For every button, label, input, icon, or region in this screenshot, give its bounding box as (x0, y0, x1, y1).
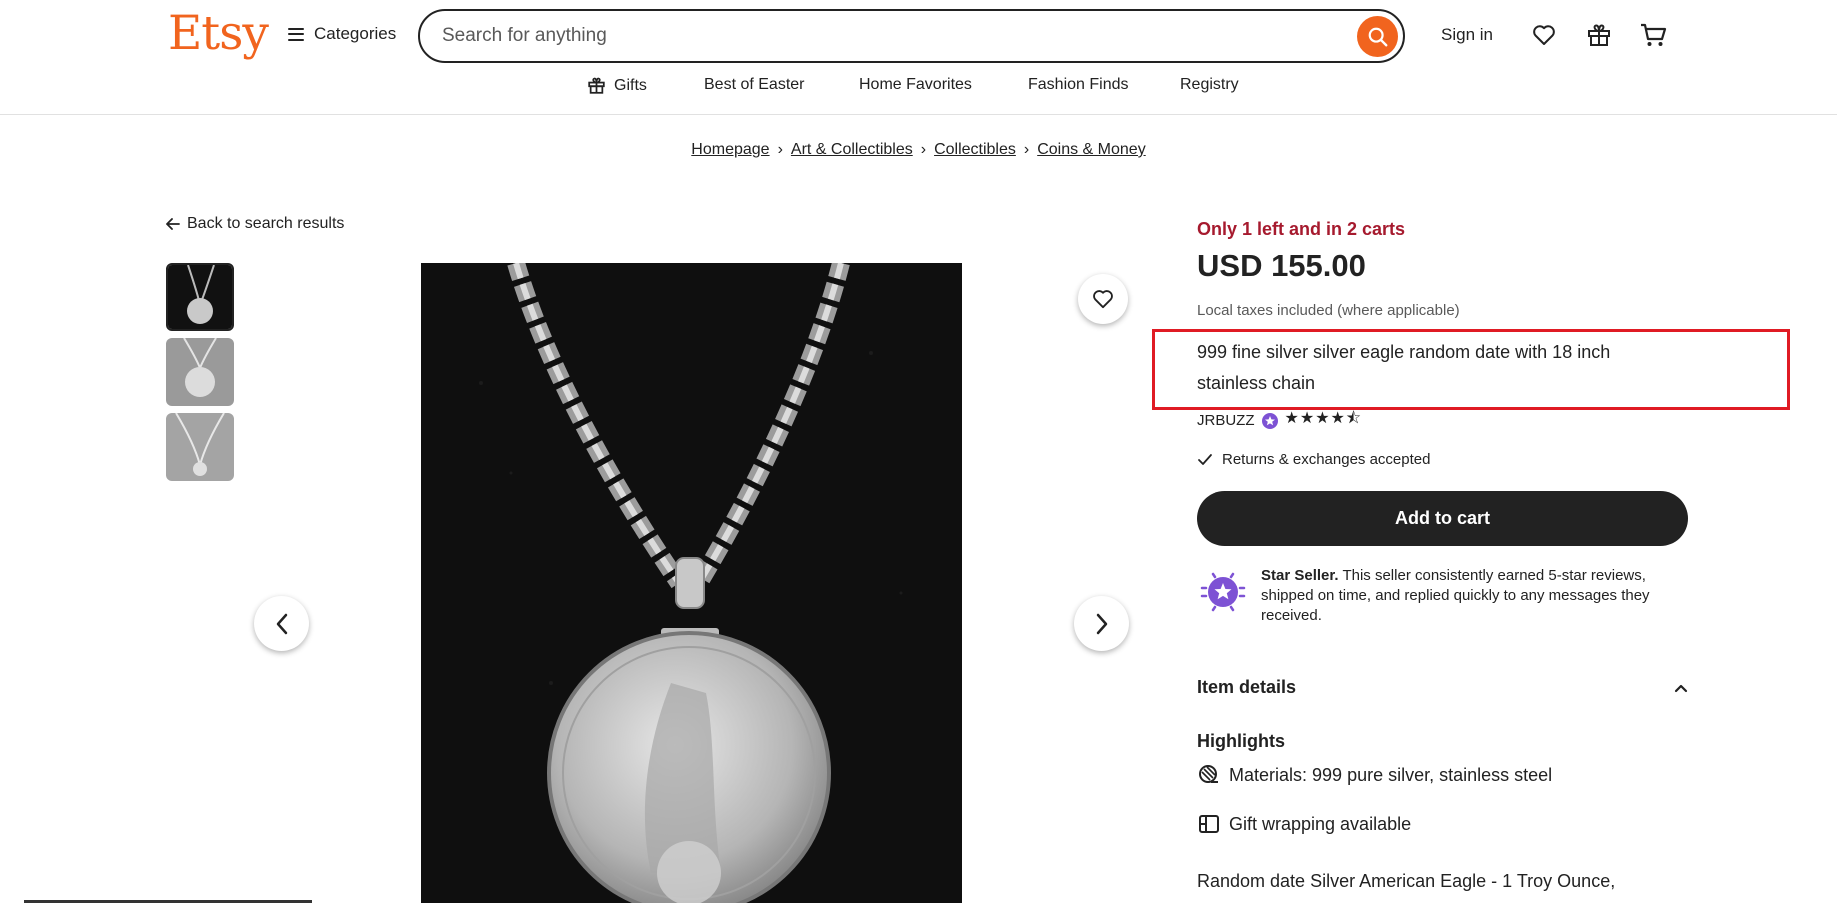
materials-value: 999 pure silver, stainless steel (1312, 764, 1553, 785)
thumbnail-image (168, 265, 232, 329)
arrow-left-icon (166, 218, 180, 230)
heart-icon (1533, 25, 1555, 45)
subnav-home-favorites[interactable]: Home Favorites (859, 76, 972, 94)
gift-wrapping-icon (1199, 815, 1219, 833)
item-details-label: Item details (1197, 677, 1297, 697)
shopping-cart-icon (1641, 23, 1667, 46)
heart-icon (1093, 290, 1113, 309)
chevron-right-icon: › (1023, 141, 1030, 158)
returns-label: Returns & exchanges accepted (1222, 451, 1431, 468)
highlights-heading: Highlights (1197, 731, 1285, 751)
returns-row: Returns & exchanges accepted (1197, 451, 1430, 468)
thumbnail-3[interactable] (166, 413, 234, 481)
search-bar (418, 9, 1405, 63)
gift-wrapping-label: Gift wrapping available (1229, 813, 1412, 834)
materials-row: Materials: 999 pure silver, stainless st… (1197, 763, 1552, 787)
back-to-search-label: Back to search results (187, 215, 345, 232)
star-seller-info: Star Seller. This seller consistently ea… (1197, 566, 1688, 626)
materials-prefix: Materials: (1229, 764, 1313, 785)
gift-button[interactable] (1584, 20, 1614, 50)
categories-label: Categories (314, 24, 397, 43)
cart-button[interactable] (1638, 20, 1668, 50)
sub-navigation: Gifts Best of Easter Home Favorites Fash… (0, 76, 1837, 100)
breadcrumb: Homepage › Art & Collectibles › Collecti… (0, 141, 1837, 159)
search-input[interactable] (442, 25, 1322, 47)
chevron-up-icon (1674, 684, 1688, 692)
favorites-button[interactable] (1529, 20, 1559, 50)
thumbnail-image (166, 338, 234, 406)
hamburger-icon (288, 27, 304, 41)
add-to-cart-button[interactable]: Add to cart (1197, 491, 1688, 546)
subnav-fashion-finds[interactable]: Fashion Finds (1028, 76, 1129, 94)
silver-eagle-necklace-photo (421, 263, 962, 903)
checkmark-icon (1198, 453, 1212, 465)
product-title: 999 fine silver silver eagle random date… (1197, 342, 1611, 393)
breadcrumb-coins-money[interactable]: Coins & Money (1037, 141, 1146, 159)
back-to-search-link[interactable]: Back to search results (166, 215, 344, 233)
seller-row: JRBUZZ ★★★★⯪ (1197, 407, 1362, 434)
star-seller-badge-icon (1261, 412, 1278, 429)
breadcrumb-collectibles[interactable]: Collectibles (934, 141, 1016, 159)
materials-icon (1199, 765, 1218, 783)
search-icon (1368, 27, 1387, 46)
subnav-registry[interactable]: Registry (1180, 76, 1239, 94)
chevron-right-icon: › (777, 141, 783, 158)
chevron-right-icon: › (920, 141, 927, 158)
gift-wrapping-row: Gift wrapping available (1197, 812, 1411, 836)
subnav-gifts[interactable]: Gifts (587, 76, 647, 95)
etsy-logo[interactable]: Etsy (168, 6, 269, 61)
sign-in-link[interactable]: Sign in (1441, 25, 1493, 45)
gift-icon (588, 77, 605, 94)
breadcrumb-art-collectibles[interactable]: Art & Collectibles (791, 141, 913, 159)
star-seller-icon (1200, 572, 1246, 612)
breadcrumb-homepage[interactable]: Homepage (691, 141, 769, 159)
subnav-gifts-label: Gifts (614, 76, 647, 94)
taxes-note: Local taxes included (where applicable) (1197, 302, 1460, 319)
site-header: Etsy Categories Sign in (0, 0, 1837, 115)
product-price: USD 155.00 (1197, 248, 1366, 283)
star-seller-heading: Star Seller. (1261, 567, 1339, 584)
categories-menu-button[interactable]: Categories (288, 24, 396, 44)
chevron-right-icon (1096, 613, 1107, 634)
thumbnail-image (166, 413, 234, 481)
star-seller-description: Star Seller. This seller consistently ea… (1261, 566, 1688, 626)
previous-image-button[interactable] (254, 596, 309, 651)
next-image-button[interactable] (1074, 596, 1129, 651)
stock-notice: Only 1 left and in 2 carts (1197, 219, 1406, 239)
gift-icon (1588, 24, 1610, 46)
main-product-image (421, 263, 962, 903)
seller-name-link[interactable]: JRBUZZ (1197, 412, 1255, 429)
subnav-best-of-easter[interactable]: Best of Easter (704, 76, 805, 94)
search-button[interactable] (1357, 16, 1398, 57)
rating-stars-icon[interactable]: ★★★★⯪ (1285, 407, 1363, 434)
thumbnail-1[interactable] (166, 263, 234, 331)
item-details-toggle[interactable]: Item details (1197, 677, 1688, 698)
product-description: Random date Silver American Eagle - 1 Tr… (1197, 871, 1616, 891)
thumbnail-2[interactable] (166, 338, 234, 406)
favorite-item-button[interactable] (1078, 274, 1128, 324)
chevron-left-icon (276, 613, 287, 634)
